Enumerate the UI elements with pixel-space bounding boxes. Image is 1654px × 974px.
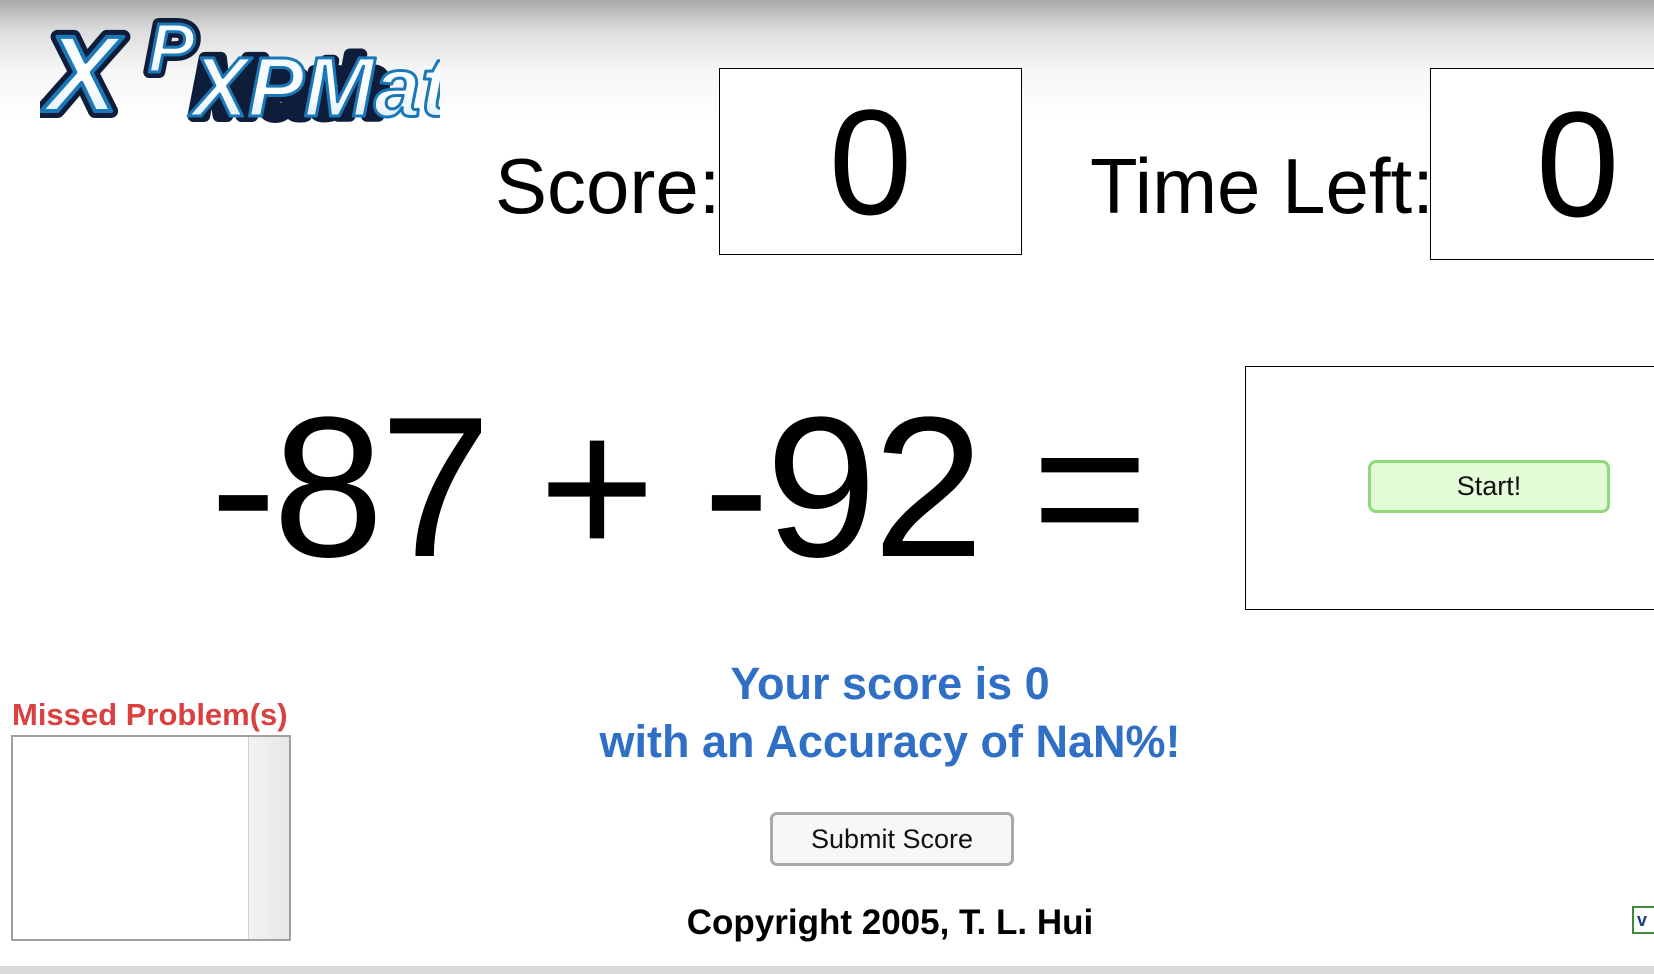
bottom-bar [0,966,1654,974]
copyright-text: Copyright 2005, T. L. Hui [686,903,1094,942]
checkbox-icon[interactable]: v [1632,906,1654,934]
xpmath-logo: X P Math X P XPMath [40,8,440,133]
submit-score-button[interactable]: Submit Score [770,812,1014,866]
missed-list-scrollbar[interactable] [248,737,289,939]
start-button[interactable]: Start! [1368,460,1610,513]
math-problem: -87 + -92 = [210,376,1148,599]
result-message: Your score is 0 with an Accuracy of NaN%… [560,655,1220,770]
game-stage: X P Math X P XPMath Score: 0 Time Left: … [0,0,1654,974]
time-left-label: Time Left: [1090,142,1434,230]
score-label: Score: [495,142,721,230]
result-accuracy-line: with an Accuracy of NaN%! [599,715,1181,767]
score-value: 0 [719,68,1022,255]
svg-text:P: P [148,9,195,87]
logo-text: XPMath [188,40,440,133]
result-score-line: Your score is 0 [730,658,1050,709]
missed-problems-title: Missed Problem(s) [12,697,288,732]
svg-text:X: X [41,13,124,133]
missed-problems-list[interactable] [11,735,291,941]
time-left-value: 0 [1430,68,1654,260]
